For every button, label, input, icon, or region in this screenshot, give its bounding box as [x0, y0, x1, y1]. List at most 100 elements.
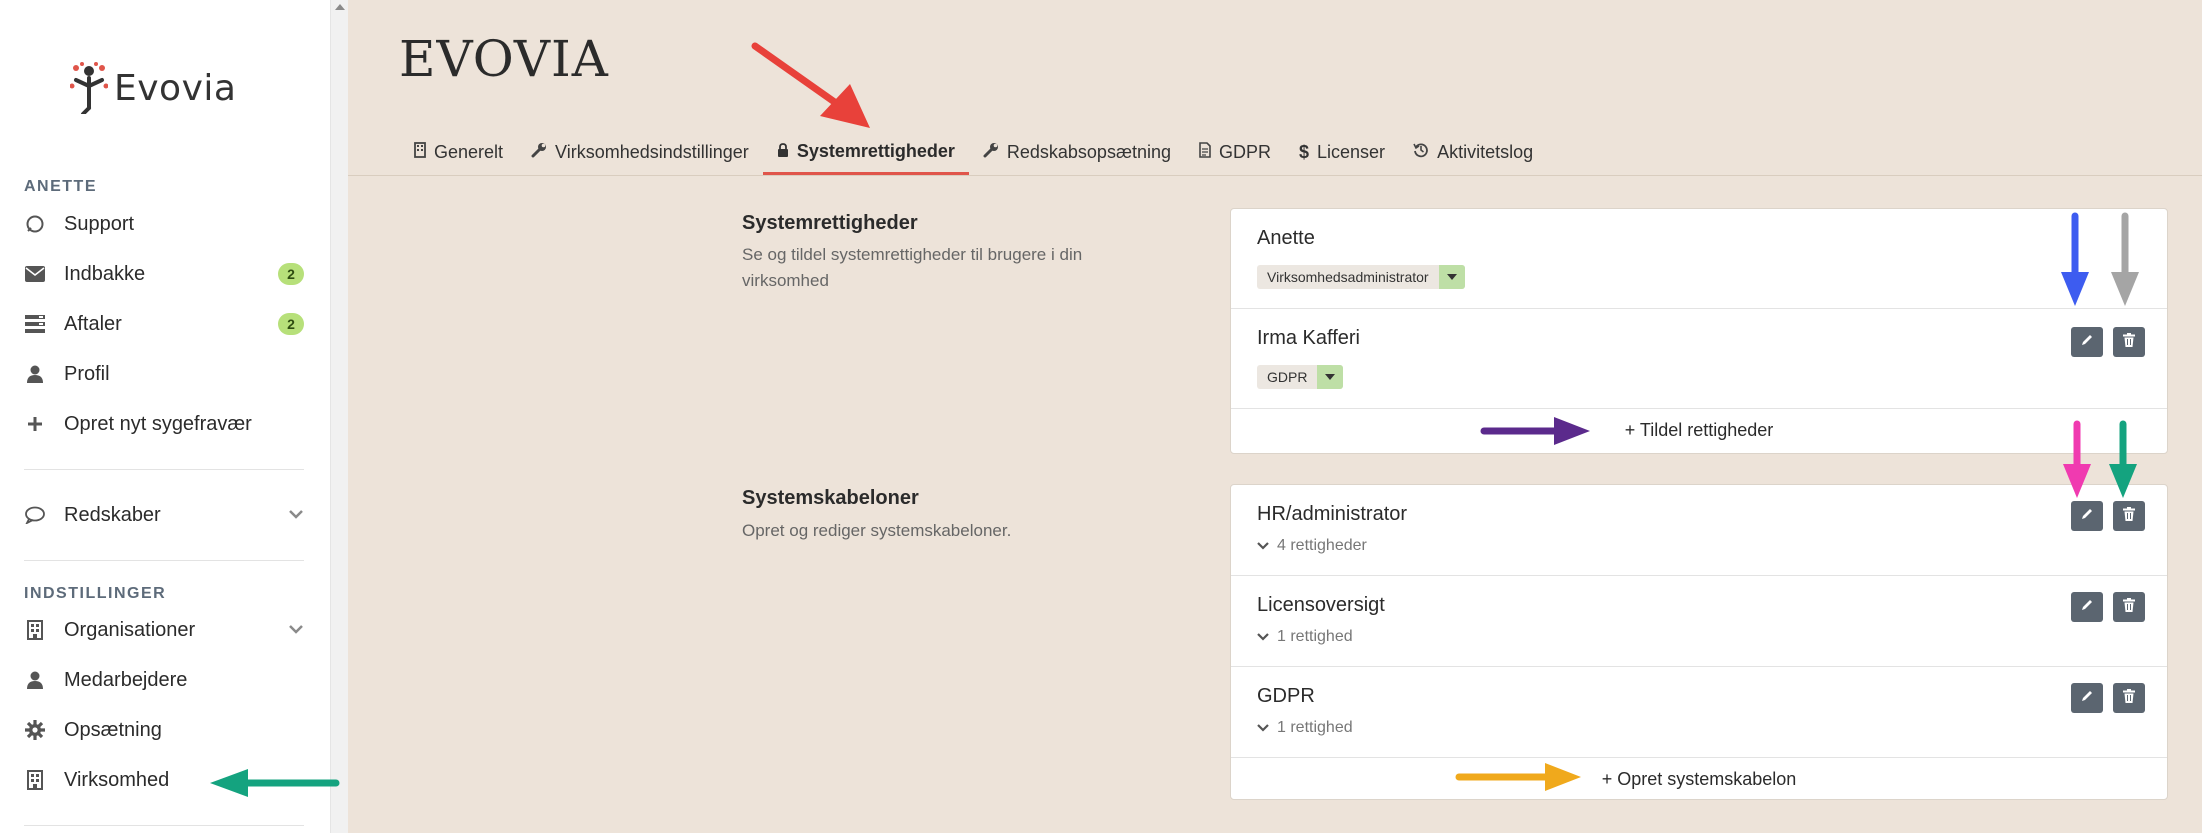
rights-toggle[interactable]: 1 rettighed [1257, 719, 1353, 737]
document-icon [1199, 142, 1211, 163]
rights-count: 1 rettighed [1277, 628, 1353, 645]
pencil-icon [2080, 507, 2094, 526]
sidebar-item-organisationer[interactable]: Organisationer [24, 610, 304, 650]
sidebar-item-label: Redskaber [64, 503, 161, 526]
dollar-icon: $ [1299, 142, 1310, 162]
chevron-down-icon [1257, 628, 1269, 646]
logo[interactable]: Evovia [70, 62, 236, 114]
sidebar-item-label: Virksomhed [64, 768, 170, 791]
plus-icon [24, 413, 46, 435]
section-label-user: ANETTE [24, 178, 97, 195]
user-row: Anette Virksomhedsadministrator [1231, 209, 2167, 309]
scroll-up-icon[interactable] [335, 4, 345, 10]
sidebar-item-label: Organisationer [64, 618, 196, 641]
create-template-link[interactable]: + Opret systemskabelon [1231, 769, 2167, 790]
list-icon [24, 313, 46, 335]
row-actions [2071, 501, 2145, 531]
sidebar-divider [24, 469, 304, 470]
tab-label: Redskabsopsætning [1006, 142, 1171, 162]
template-row: HR/administrator 4 rettigheder [1231, 485, 2167, 576]
rights-count: 4 rettigheder [1277, 537, 1367, 554]
sidebar-item-indbakke[interactable]: Indbakke 2 [24, 254, 304, 294]
delete-button[interactable] [2113, 501, 2145, 531]
sidebar-item-label: Opsætning [64, 718, 162, 741]
building-icon [414, 142, 426, 163]
sidebar-divider [24, 825, 304, 826]
delete-button[interactable] [2113, 592, 2145, 622]
sidebar-item-label: Profil [64, 362, 110, 385]
caret-down-icon[interactable] [1317, 365, 1344, 389]
sidebar-item-support[interactable]: Support [24, 204, 304, 244]
page-title: EVOVIA [399, 30, 609, 88]
sidebar-item-opret-sygefravaer[interactable]: Opret nyt sygefravær [24, 404, 304, 444]
sidebar-item-label: Indbakke [64, 262, 146, 285]
rights-count: 1 rettighed [1277, 719, 1353, 736]
section-title-systemskabeloner: Systemskabeloner [742, 487, 919, 509]
sidebar-item-redskaber[interactable]: Redskaber [24, 495, 304, 535]
sidebar-item-label: Support [64, 212, 135, 235]
section-label-settings: INDSTILLINGER [24, 585, 167, 602]
tab-label: Virksomhedsindstillinger [555, 142, 749, 162]
annotation-arrow-red [751, 42, 870, 128]
annotation-arrow-green-left [210, 769, 340, 797]
count-badge: 2 [278, 313, 304, 335]
annotation-arrow-green [2109, 420, 2137, 498]
history-icon [1413, 142, 1429, 163]
tab-aktivitetslog[interactable]: Aktivitetslog [1399, 130, 1547, 175]
trash-icon [2123, 332, 2135, 352]
trash-icon [2123, 597, 2135, 617]
tab-label: Licenser [1317, 142, 1386, 162]
tab-systemrettigheder[interactable]: Systemrettigheder [762, 130, 969, 175]
wrench-icon [983, 142, 999, 163]
role-select[interactable]: GDPR [1257, 365, 1344, 389]
sidebar-scrollbar[interactable] [330, 0, 348, 833]
edit-button[interactable] [2071, 683, 2103, 713]
tab-redskabsopsaetning[interactable]: Redskabsopsætning [969, 130, 1185, 175]
row-actions [2071, 327, 2145, 357]
user-row: Irma Kafferi GDPR [1231, 309, 2167, 409]
sidebar-item-label: Aftaler [64, 312, 122, 335]
tab-divider [348, 175, 2202, 176]
section-description-systemskabeloner: Opret og rediger systemskabeloner. [742, 521, 1012, 540]
edit-button[interactable] [2071, 592, 2103, 622]
rights-toggle[interactable]: 1 rettighed [1257, 628, 1353, 646]
edit-button[interactable] [2071, 327, 2103, 357]
chevron-down-icon [288, 621, 304, 639]
wrench-icon [531, 142, 547, 163]
annotation-arrow-purple [1480, 417, 1590, 445]
building-icon [24, 619, 46, 641]
user-name: Irma Kafferi [1257, 327, 1360, 349]
lock-icon [777, 141, 789, 162]
chat-icon [24, 504, 46, 526]
delete-button[interactable] [2113, 327, 2145, 357]
chevron-down-icon [1257, 719, 1269, 737]
user-icon [24, 363, 46, 385]
rights-toggle[interactable]: 4 rettigheder [1257, 537, 1367, 555]
sidebar-item-opsaetning[interactable]: Opsætning [24, 710, 304, 750]
assign-rights-link[interactable]: + Tildel rettigheder [1231, 420, 2167, 441]
gear-icon [24, 719, 46, 741]
tab-label: Aktivitetslog [1437, 142, 1534, 162]
sidebar-item-profil[interactable]: Profil [24, 354, 304, 394]
user-icon [24, 669, 46, 691]
annotation-arrow-blue [2061, 212, 2089, 306]
sidebar-item-medarbejdere[interactable]: Medarbejdere [24, 660, 304, 700]
edit-button[interactable] [2071, 501, 2103, 531]
template-name: HR/administrator [1257, 503, 1408, 525]
tab-virksomhedsindstillinger[interactable]: Virksomhedsindstillinger [517, 130, 763, 175]
logo-figure-icon [70, 62, 108, 114]
tab-generelt[interactable]: Generelt [400, 130, 517, 175]
tab-gdpr[interactable]: GDPR [1185, 130, 1285, 175]
delete-button[interactable] [2113, 683, 2145, 713]
templates-card: HR/administrator 4 rettigheder Licensove… [1230, 484, 2168, 800]
role-select[interactable]: Virksomhedsadministrator [1257, 265, 1465, 289]
logo-text: Evovia [114, 67, 237, 109]
caret-down-icon[interactable] [1438, 265, 1465, 289]
tab-licenser[interactable]: $ Licenser [1285, 130, 1399, 175]
role-label: Virksomhedsadministrator [1267, 269, 1429, 285]
sidebar-item-aftaler[interactable]: Aftaler 2 [24, 304, 304, 344]
tab-label: Systemrettigheder [796, 140, 955, 161]
sidebar-item-label: Medarbejdere [64, 668, 188, 691]
pencil-icon [2080, 689, 2094, 708]
row-actions [2071, 592, 2145, 622]
